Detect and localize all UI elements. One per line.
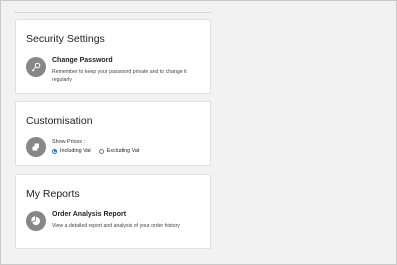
security-settings-card: Security Settings Change Password Rememb… [15, 19, 211, 94]
order-analysis-report-link[interactable]: Order Analysis Report [52, 211, 126, 218]
including-vat-radio[interactable] [52, 148, 57, 154]
change-password-description: Remember to keep your password private a… [52, 69, 187, 83]
including-vat-option[interactable]: Including Vat [52, 148, 91, 154]
excluding-vat-option[interactable]: Excluding Vat [98, 148, 140, 154]
change-password-link[interactable]: Change Password [52, 57, 113, 64]
show-prices-label: Show Prices : [52, 139, 85, 145]
customisation-title: Customisation [26, 115, 93, 127]
my-reports-card: My Reports Order Analysis Report View a … [15, 174, 211, 249]
including-vat-label: Including Vat [60, 148, 91, 154]
top-divider [14, 12, 211, 13]
vat-radio-group: Including Vat Excluding Vat [52, 148, 147, 154]
my-reports-title: My Reports [26, 188, 80, 200]
customisation-card: Customisation Show Prices : Including Va… [15, 101, 211, 166]
excluding-vat-label: Excluding Vat [106, 148, 140, 154]
security-settings-title: Security Settings [26, 33, 105, 45]
excluding-vat-radio[interactable] [98, 148, 104, 154]
page-frame: Security Settings Change Password Rememb… [0, 0, 397, 265]
price-tag-icon [26, 137, 46, 157]
key-icon[interactable] [26, 57, 46, 77]
order-analysis-report-description: View a detailed report and analysis of y… [52, 223, 180, 229]
pie-chart-icon[interactable] [26, 211, 46, 231]
